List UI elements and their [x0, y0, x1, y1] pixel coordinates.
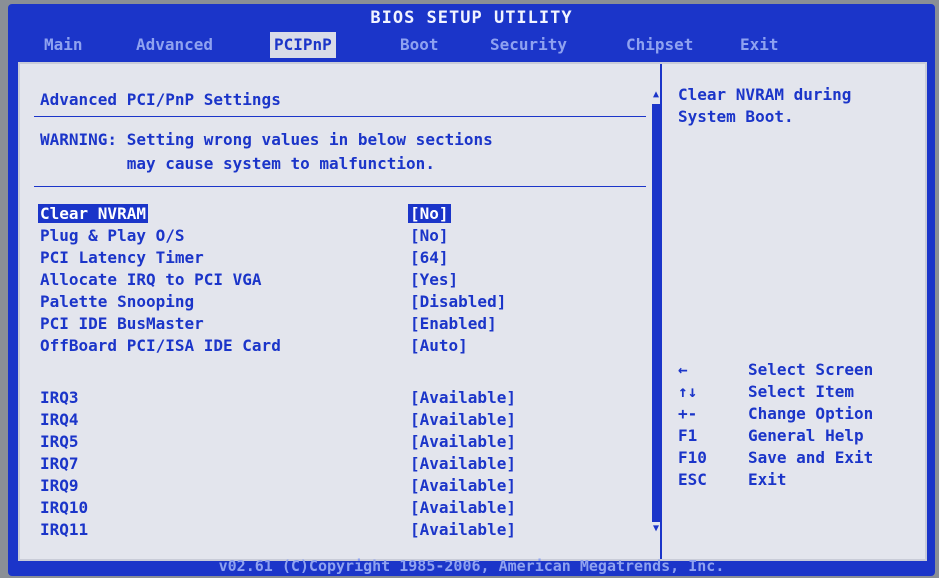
tab-chipset[interactable]: Chipset [622, 32, 697, 58]
key-name: ← [678, 360, 688, 379]
key-name: ESC [678, 470, 707, 489]
setting-label: IRQ4 [40, 410, 79, 429]
tab-main[interactable]: Main [40, 32, 87, 58]
setting-label: IRQ9 [40, 476, 79, 495]
setting-offboard-ide-card[interactable]: OffBoard PCI/ISA IDE Card [Auto] [40, 336, 468, 355]
setting-value[interactable]: [Available] [410, 498, 516, 517]
page-title: Advanced PCI/PnP Settings [40, 90, 281, 109]
bios-screen: BIOS SETUP UTILITY Main Advanced PCIPnP … [8, 4, 935, 576]
setting-irq3[interactable]: IRQ3 [Available] [40, 388, 516, 407]
scrollbar[interactable]: ▲ ▼ [652, 64, 660, 559]
setting-pci-ide-busmaster[interactable]: PCI IDE BusMaster [Enabled] [40, 314, 497, 333]
help-text: Clear NVRAM during System Boot. [678, 85, 852, 126]
key-desc: General Help [748, 426, 864, 445]
tab-boot[interactable]: Boot [396, 32, 443, 58]
setting-label: IRQ3 [40, 388, 79, 407]
tab-exit[interactable]: Exit [736, 32, 783, 58]
setting-label: PCI IDE BusMaster [40, 314, 204, 333]
setting-value[interactable]: [64] [410, 248, 449, 267]
warning-text: WARNING: Setting wrong values in below s… [40, 130, 493, 173]
setting-value[interactable]: [Available] [410, 388, 516, 407]
key-name: F1 [678, 426, 698, 445]
setting-value[interactable]: [Available] [410, 454, 516, 473]
setting-label: IRQ11 [40, 520, 89, 539]
key-desc: Change Option [748, 404, 874, 423]
setting-irq9[interactable]: IRQ9 [Available] [40, 476, 516, 495]
setting-irq10[interactable]: IRQ10 [Available] [40, 498, 516, 517]
setting-value[interactable]: [Disabled] [410, 292, 506, 311]
setting-label: OffBoard PCI/ISA IDE Card [40, 336, 281, 355]
setting-value[interactable]: [Yes] [410, 270, 458, 289]
setting-clear-nvram[interactable]: Clear NVRAM [No] [38, 204, 451, 223]
tab-security[interactable]: Security [486, 32, 571, 58]
bios-title: BIOS SETUP UTILITY [370, 8, 573, 28]
setting-pci-latency-timer[interactable]: PCI Latency Timer [64] [40, 248, 449, 267]
setting-label: Palette Snooping [40, 292, 195, 311]
setting-label: IRQ7 [40, 454, 79, 473]
divider [34, 116, 646, 117]
copyright-footer: v02.61 (C)Copyright 1985-2006, American … [218, 557, 725, 575]
setting-plug-and-play-os[interactable]: Plug & Play O/S [No] [40, 226, 449, 245]
setting-value[interactable]: [Available] [410, 476, 516, 495]
key-desc: Select Screen [748, 360, 874, 379]
scrollbar-thumb[interactable] [652, 104, 660, 522]
setting-irq11[interactable]: IRQ11 [Available] [40, 520, 516, 539]
help-pane: Clear NVRAM during System Boot. ← Select… [660, 64, 927, 559]
key-desc: Select Item [748, 382, 854, 401]
tab-bar: Main Advanced PCIPnP Boot Security Chips… [8, 32, 935, 58]
setting-palette-snooping[interactable]: Palette Snooping [Disabled] [40, 292, 506, 311]
setting-value[interactable]: [Enabled] [410, 314, 497, 333]
setting-value[interactable]: [Available] [410, 432, 516, 451]
key-desc: Exit [748, 470, 787, 489]
tab-pcipnp[interactable]: PCIPnP [270, 32, 336, 58]
setting-value[interactable]: [Available] [410, 520, 516, 539]
key-name: F10 [678, 448, 707, 467]
setting-irq4[interactable]: IRQ4 [Available] [40, 410, 516, 429]
settings-pane: Advanced PCI/PnP Settings WARNING: Setti… [20, 64, 652, 559]
key-desc: Save and Exit [748, 448, 874, 467]
setting-label: Clear NVRAM [38, 204, 148, 223]
setting-allocate-irq-vga[interactable]: Allocate IRQ to PCI VGA [Yes] [40, 270, 458, 289]
setting-label: IRQ10 [40, 498, 89, 517]
setting-irq7[interactable]: IRQ7 [Available] [40, 454, 516, 473]
key-name: ↑↓ [678, 382, 698, 401]
setting-value[interactable]: [No] [408, 204, 451, 223]
main-panel: Advanced PCI/PnP Settings WARNING: Setti… [18, 62, 927, 561]
setting-irq5[interactable]: IRQ5 [Available] [40, 432, 516, 451]
setting-label: IRQ5 [40, 432, 79, 451]
divider [34, 186, 646, 187]
tab-advanced[interactable]: Advanced [132, 32, 217, 58]
setting-label: Plug & Play O/S [40, 226, 185, 245]
setting-value[interactable]: [Available] [410, 410, 516, 429]
setting-value[interactable]: [No] [410, 226, 449, 245]
setting-label: Allocate IRQ to PCI VGA [40, 270, 262, 289]
setting-label: PCI Latency Timer [40, 248, 204, 267]
setting-value[interactable]: [Auto] [410, 336, 468, 355]
key-name: +- [678, 404, 698, 423]
